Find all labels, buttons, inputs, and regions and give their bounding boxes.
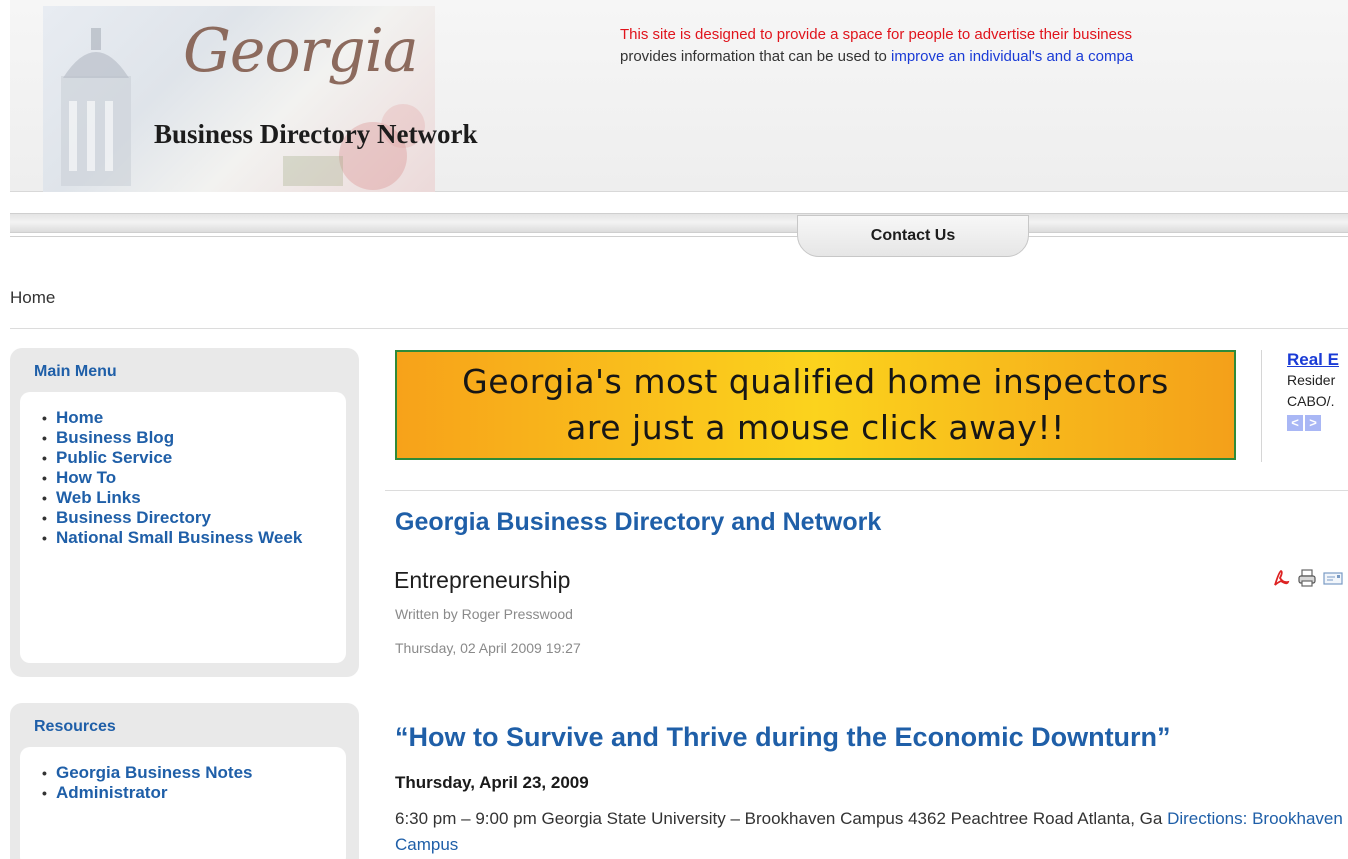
menu-item-national-small-business-week[interactable]: National Small Business Week (42, 528, 312, 548)
breadcrumb[interactable]: Home (10, 288, 55, 308)
next-arrow-icon[interactable]: > (1305, 415, 1321, 431)
pdf-icon[interactable] (1271, 568, 1291, 588)
banner-line-1: Georgia's most qualified home inspectors (462, 362, 1169, 401)
nav-bar: Contact Us (10, 200, 1348, 260)
article-tools (1271, 568, 1343, 588)
site-logo[interactable]: Georgia (43, 6, 435, 192)
print-icon[interactable] (1297, 568, 1317, 588)
side-ad-title-link[interactable]: Real E (1287, 350, 1348, 370)
main-menu-title: Main Menu (34, 363, 117, 380)
resources-list: Georgia Business Notes Administrator (42, 763, 326, 803)
main-menu-list: Home Business Blog Public Service How To… (42, 408, 326, 548)
contact-us-button[interactable]: Contact Us (797, 215, 1029, 257)
blurb-link[interactable]: improve an individual's and a compa (891, 48, 1133, 65)
menu-item-business-directory[interactable]: Business Directory (42, 508, 326, 528)
section-heading: Georgia Business Directory and Network (395, 508, 882, 536)
blurb-line-1: This site is designed to provide a space… (620, 26, 1132, 43)
blurb-line-2-text: provides information that can be used to (620, 48, 891, 65)
resource-item-georgia-business-notes[interactable]: Georgia Business Notes (42, 763, 326, 783)
event-heading: “How to Survive and Thrive during the Ec… (395, 722, 1171, 752)
side-ad-line-2: CABO/. (1287, 393, 1335, 409)
content-divider (385, 490, 1348, 491)
menu-item-public-service[interactable]: Public Service (42, 448, 326, 468)
resource-item-administrator[interactable]: Administrator (42, 783, 326, 803)
nav-stripe (10, 213, 1348, 233)
resources-module: Resources Georgia Business Notes Adminis… (10, 703, 359, 859)
menu-item-how-to[interactable]: How To (42, 468, 326, 488)
breadcrumb-divider (10, 328, 1348, 329)
side-ad-line-1: Resider (1287, 372, 1336, 388)
email-icon[interactable] (1323, 568, 1343, 588)
menu-item-home[interactable]: Home (42, 408, 326, 428)
side-ad: Real E Resider CABO/. < > (1261, 350, 1348, 462)
article-title: Entrepreneurship (394, 567, 571, 593)
main-menu-panel: Home Business Blog Public Service How To… (20, 392, 346, 663)
resources-title: Resources (34, 718, 116, 735)
menu-item-business-blog[interactable]: Business Blog (42, 428, 326, 448)
event-description: 6:30 pm – 9:00 pm Georgia State Universi… (395, 806, 1345, 858)
prev-arrow-icon[interactable]: < (1287, 415, 1303, 431)
blurb-line-2: provides information that can be used to… (620, 46, 1348, 68)
header-blurb: This site is designed to provide a space… (620, 24, 1348, 68)
event-description-text: 6:30 pm – 9:00 pm Georgia State Universi… (395, 809, 1168, 828)
menu-item-web-links[interactable]: Web Links (42, 488, 326, 508)
article-author: Written by Roger Presswood (395, 606, 573, 622)
logo-script-text: Georgia (183, 16, 419, 86)
resources-panel: Georgia Business Notes Administrator (20, 747, 346, 859)
site-header: Georgia Business Directory Network This … (10, 0, 1348, 192)
side-ad-pager: < > (1287, 415, 1348, 431)
article-date: Thursday, 02 April 2009 19:27 (395, 640, 581, 656)
banner-line-2: are just a mouse click away!! (566, 408, 1065, 447)
event-date: Thursday, April 23, 2009 (395, 773, 589, 792)
nav-divider (10, 236, 1348, 237)
logo-tagline: Business Directory Network (154, 119, 478, 149)
home-inspectors-banner[interactable]: Georgia's most qualified home inspectors… (395, 350, 1236, 460)
main-menu-module: Main Menu Home Business Blog Public Serv… (10, 348, 359, 677)
